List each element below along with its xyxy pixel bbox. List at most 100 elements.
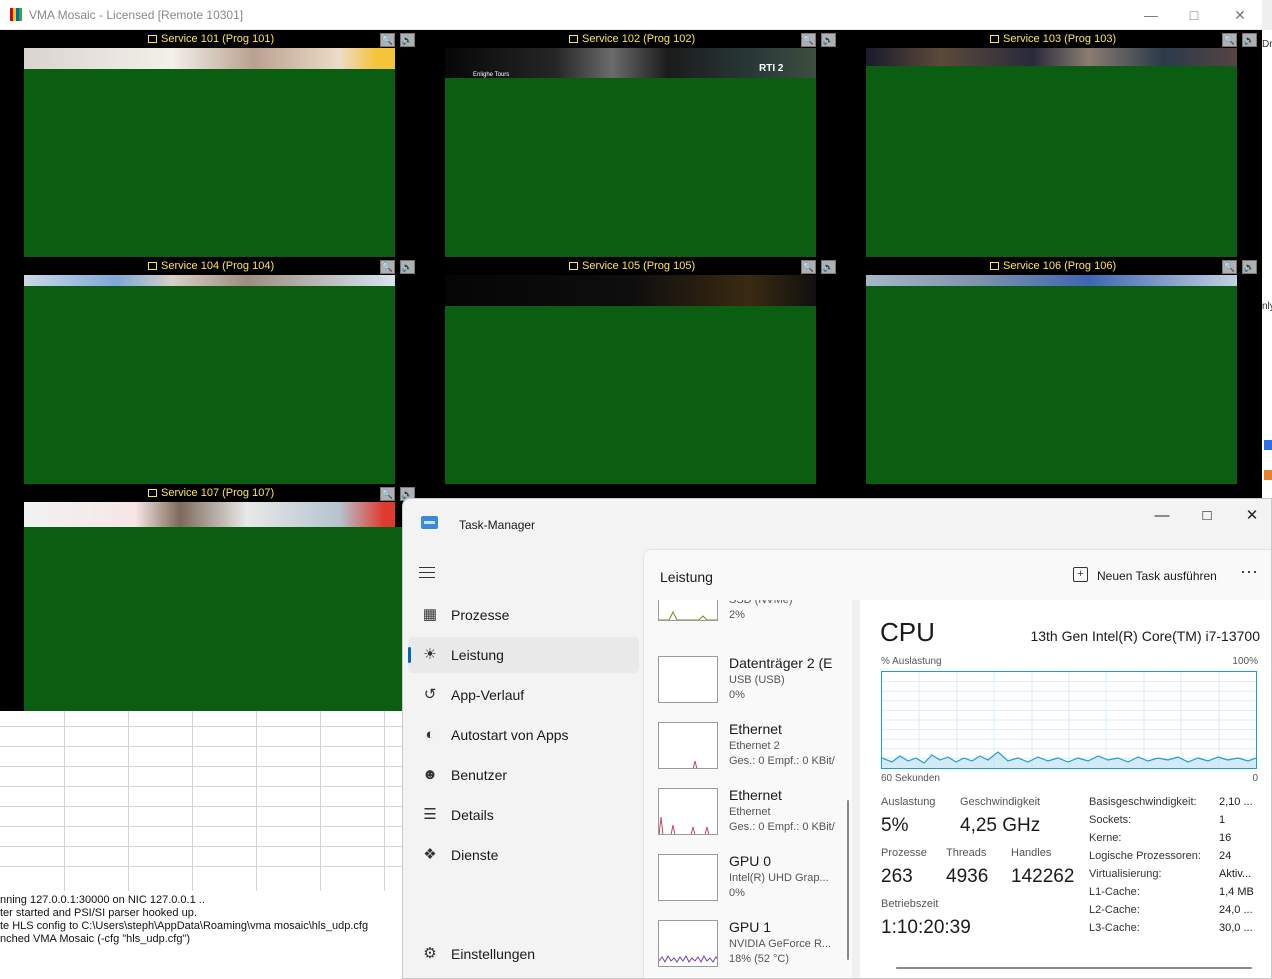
video-tile-106[interactable] (866, 286, 1237, 484)
console-line: te HLS config to C:\Users\steph\AppData\… (0, 920, 369, 932)
tile-title: Service 105 (Prog 105) (582, 260, 696, 272)
task-manager-title: Task-Manager (459, 518, 536, 532)
console-line: nched VMA Mosaic (-cfg "hls_udp.cfg") (0, 933, 191, 945)
info-key: Sockets: (1089, 814, 1132, 826)
nav-item-benutzer[interactable]: ☻ Benutzer (408, 757, 639, 793)
zoom-icon[interactable]: 🔍 (380, 487, 395, 501)
info-value: 30,0 ... (1219, 922, 1253, 934)
device-thumbnail (658, 788, 718, 835)
speaker-icon[interactable]: 🔈 (400, 33, 415, 47)
nav-item-autostart[interactable]: ◐ Autostart von Apps (408, 717, 639, 753)
console-line: ter started and PSI/SI parser hooked up. (0, 907, 197, 919)
device-gpu-0[interactable]: GPU 0 Intel(R) UHD Grap... 0% (644, 851, 844, 913)
zoom-icon[interactable]: 🔍 (380, 33, 395, 47)
zoom-icon[interactable]: 🔍 (1222, 260, 1237, 274)
vma-minimize-button[interactable]: — (1128, 4, 1174, 26)
video-frame-strip (445, 275, 816, 306)
zoom-icon[interactable]: 🔍 (801, 260, 816, 274)
info-value: 1 (1219, 814, 1226, 826)
graph-time-label: 60 Sekunden (881, 773, 940, 784)
speaker-icon[interactable]: 🔈 (821, 33, 836, 47)
cpu-model: 13th Gen Intel(R) Core(TM) i7-13700 (1030, 628, 1260, 644)
device-ethernet[interactable]: Ethernet Ethernet Ges.: 0 Empf.: 0 KBit/ (644, 785, 844, 847)
nav-item-einstellungen[interactable]: ⚙ Einstellungen (408, 936, 639, 972)
device-name: GPU 0 (729, 853, 772, 869)
device-name: Datenträger 2 (E (729, 655, 833, 671)
device-gpu-1[interactable]: GPU 1 NVIDIA GeForce R... 18% (52 °C) (644, 917, 844, 978)
background-spreadsheet (0, 711, 402, 891)
new-task-icon[interactable]: + (1073, 567, 1088, 582)
info-key: Kerne: (1089, 832, 1122, 844)
video-tile-105[interactable] (445, 306, 816, 484)
tm-close-button[interactable]: ✕ (1229, 503, 1271, 529)
tm-minimize-button[interactable]: — (1139, 503, 1185, 529)
vma-titlebar: VMA Mosaic - Licensed [Remote 10301] — □… (0, 0, 1262, 30)
new-task-button[interactable]: Neuen Task ausführen (1097, 569, 1217, 583)
info-value: 1,4 MB (1219, 886, 1254, 898)
device-usage: Ges.: 0 Empf.: 0 KBit/ (729, 821, 835, 833)
zoom-icon[interactable]: 🔍 (1222, 33, 1237, 47)
tile-title: Service 107 (Prog 107) (161, 487, 275, 499)
tile-title: Service 101 (Prog 101) (161, 33, 275, 45)
device-type: Ethernet (729, 806, 771, 818)
tv-icon (148, 489, 157, 498)
device-list-scrollbar[interactable] (847, 800, 849, 960)
tile-header-105: Service 105 (Prog 105) 🔍 🔈 (445, 258, 837, 276)
speaker-icon[interactable]: 🔈 (1242, 260, 1257, 274)
stat-value-auslastung: 5% (881, 815, 909, 836)
device-thumbnail (658, 656, 718, 703)
hamburger-menu-icon[interactable] (419, 567, 435, 582)
stat-label-speed: Geschwindigkeit (960, 796, 1041, 808)
device-ethernet-2[interactable]: Ethernet Ethernet 2 Ges.: 0 Empf.: 0 KBi… (644, 719, 844, 781)
stat-label-handles: Handles (1011, 847, 1052, 859)
video-tile-107[interactable] (24, 527, 402, 711)
video-tile-103[interactable] (866, 66, 1237, 257)
tm-maximize-button[interactable]: □ (1184, 503, 1230, 529)
nav-item-app-verlauf[interactable]: ↺ App-Verlauf (408, 677, 639, 713)
tile-title: Service 102 (Prog 102) (582, 33, 696, 45)
background-edge-marker-blue (1264, 440, 1272, 450)
stat-value-threads: 4936 (946, 866, 989, 887)
zoom-icon[interactable]: 🔍 (801, 33, 816, 47)
nav-item-dienste[interactable]: ❖ Dienste (408, 837, 639, 873)
tile-header-107: Service 107 (Prog 107) 🔍 🔈 (24, 485, 416, 503)
zoom-icon[interactable]: 🔍 (380, 260, 395, 274)
tile-title: Service 104 (Prog 104) (161, 260, 275, 272)
info-key: L3-Cache: (1089, 922, 1140, 934)
tile-header-104: Service 104 (Prog 104) 🔍 🔈 (24, 258, 416, 276)
speaker-icon[interactable]: 🔈 (1242, 33, 1257, 47)
nav-item-leistung[interactable]: ☀ Leistung (408, 637, 639, 673)
tile-label: Service 103 (Prog 103) (990, 33, 1116, 45)
tile-header-102: Service 102 (Prog 102) 🔍 🔈 (445, 31, 837, 49)
nav-item-prozesse[interactable]: ▦ Prozesse (408, 597, 639, 633)
info-value: 24 (1219, 850, 1232, 862)
vma-close-button[interactable]: ✕ (1217, 4, 1263, 26)
video-tile-104[interactable] (24, 286, 395, 484)
speaker-icon[interactable]: 🔈 (821, 260, 836, 274)
cpu-detail-pane: CPU 13th Gen Intel(R) Core(TM) i7-13700 … (860, 600, 1271, 978)
speaker-icon[interactable]: 🔈 (400, 260, 415, 274)
cpu-usage-chart (881, 672, 1257, 768)
tile-label: Service 107 (Prog 107) (148, 487, 274, 499)
more-options-icon[interactable]: ⋯ (1240, 562, 1259, 583)
stat-value-speed: 4,25 GHz (960, 815, 1041, 836)
video-frame-strip (24, 275, 395, 286)
nav-label: Details (451, 807, 494, 823)
vma-maximize-button[interactable]: □ (1171, 4, 1217, 26)
tile-label: Service 105 (Prog 105) (569, 260, 695, 272)
device-ssd[interactable]: SSD (NVMe) 2% (644, 600, 844, 649)
background-edge-text-mid: nly (1262, 301, 1272, 312)
tv-icon (990, 262, 999, 271)
tile-title: Service 103 (Prog 103) (1003, 33, 1117, 45)
video-tile-102[interactable] (445, 78, 816, 257)
info-key: Basisgeschwindigkeit: (1089, 796, 1197, 808)
task-manager-window: Task-Manager — □ ✕ ▦ Prozesse ☀ Leistung… (402, 498, 1272, 979)
device-disk-2[interactable]: Datenträger 2 (E USB (USB) 0% (644, 653, 844, 715)
device-usage: 18% (52 °C) (729, 953, 790, 965)
video-tile-101[interactable] (24, 69, 395, 257)
nav-label: Prozesse (451, 607, 510, 623)
background-edge-text-top: Dr (1262, 39, 1272, 50)
history-icon: ↺ (423, 686, 437, 703)
detail-horizontal-scrollbar[interactable] (896, 967, 1252, 969)
nav-item-details[interactable]: ☰ Details (408, 797, 639, 833)
